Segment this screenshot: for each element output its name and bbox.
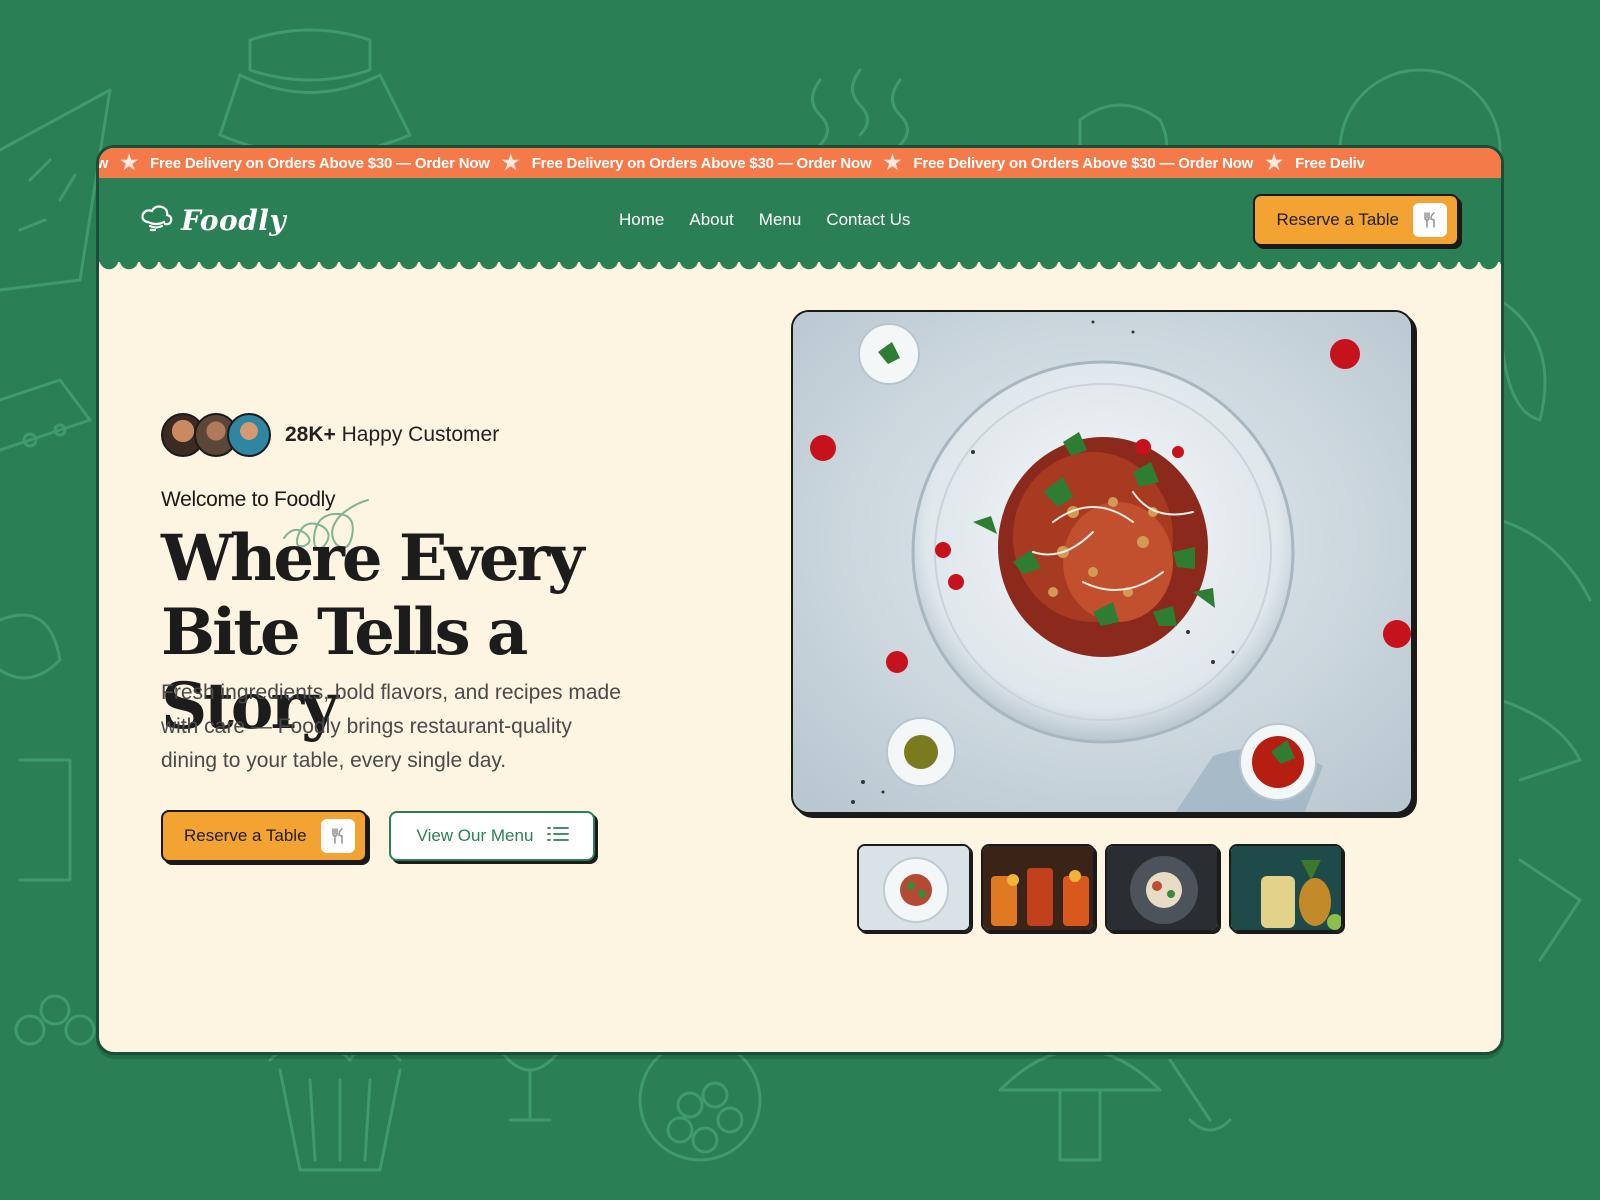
ticker-item: Free Delivery on Orders Above $30 — Orde…: [913, 153, 1295, 173]
thumbnail-1[interactable]: [857, 844, 971, 932]
brand-name: Foodly: [181, 203, 287, 237]
nav-home[interactable]: Home: [619, 210, 664, 230]
customers-text: 28K+ Happy Customer: [285, 423, 499, 447]
headline-line-1: Where Every: [161, 521, 584, 596]
happy-customers: 28K+ Happy Customer: [161, 413, 499, 457]
reserve-table-label: Reserve a Table: [184, 826, 307, 845]
ticker-text: Free Deliv: [1295, 154, 1365, 172]
hero-ctas: Reserve a Table View Our Menu: [161, 810, 596, 862]
ticker-text: Now: [99, 155, 108, 172]
thumbnail-4[interactable]: [1229, 844, 1343, 932]
ticker-item: Free Delivery on Orders Above $30 — Orde…: [150, 153, 532, 173]
star-icon: ★: [501, 152, 520, 174]
header-cta-wrap: Reserve a Table: [1253, 194, 1459, 246]
nav-menu[interactable]: Menu: [759, 210, 802, 230]
customers-count: 28K+: [285, 423, 336, 446]
site-header: Foodly Home About Menu Contact Us Reserv…: [99, 178, 1501, 272]
main-nav: Home About Menu Contact Us: [619, 210, 910, 230]
list-icon: [547, 825, 570, 848]
ticker-item: Now ★: [99, 153, 150, 173]
thumbnail-strip: [857, 844, 1413, 932]
browser-frame: Now ★ Free Delivery on Orders Above $30 …: [96, 145, 1504, 1055]
promo-ticker: Now ★ Free Delivery on Orders Above $30 …: [99, 148, 1501, 178]
hero-right: [791, 310, 1413, 932]
view-menu-button[interactable]: View Our Menu: [388, 811, 596, 861]
header-reserve-label: Reserve a Table: [1276, 210, 1399, 229]
fork-knife-icon: [1413, 203, 1447, 237]
ticker-text: Free Delivery on Orders Above $30 — Orde…: [150, 154, 490, 172]
reserve-table-button[interactable]: Reserve a Table: [161, 810, 367, 862]
ticker-text: Free Delivery on Orders Above $30 — Orde…: [913, 154, 1254, 172]
ticker-track: Now ★ Free Delivery on Orders Above $30 …: [99, 153, 1365, 173]
chef-hat-icon: [139, 204, 175, 236]
featured-dish-image: [791, 310, 1413, 814]
star-icon: ★: [883, 152, 902, 174]
ticker-text: Free Delivery on Orders Above $30 — Orde…: [531, 154, 872, 172]
star-icon: ★: [120, 152, 139, 174]
header-reserve-button[interactable]: Reserve a Table: [1253, 194, 1459, 246]
nav-contact[interactable]: Contact Us: [826, 210, 910, 230]
view-menu-label: View Our Menu: [416, 826, 534, 845]
ticker-item: Free Deliv: [1295, 155, 1365, 172]
hero-description: Fresh ingredients, bold flavors, and rec…: [161, 681, 621, 772]
thumbnail-3[interactable]: [1105, 844, 1219, 932]
customers-label: Happy Customer: [341, 423, 500, 446]
avatar-stack: [161, 413, 271, 457]
nav-about[interactable]: About: [689, 210, 733, 230]
hero-section: 28K+ Happy Customer Welcome to Foodly Wh…: [99, 262, 1501, 1022]
avatar: [227, 413, 271, 457]
thumbnail-2[interactable]: [981, 844, 1095, 932]
logo[interactable]: Foodly: [139, 204, 286, 237]
fork-knife-icon: [320, 819, 355, 853]
star-icon: ★: [1265, 152, 1284, 174]
ticker-item: Free Delivery on Orders Above $30 — Orde…: [532, 153, 914, 173]
